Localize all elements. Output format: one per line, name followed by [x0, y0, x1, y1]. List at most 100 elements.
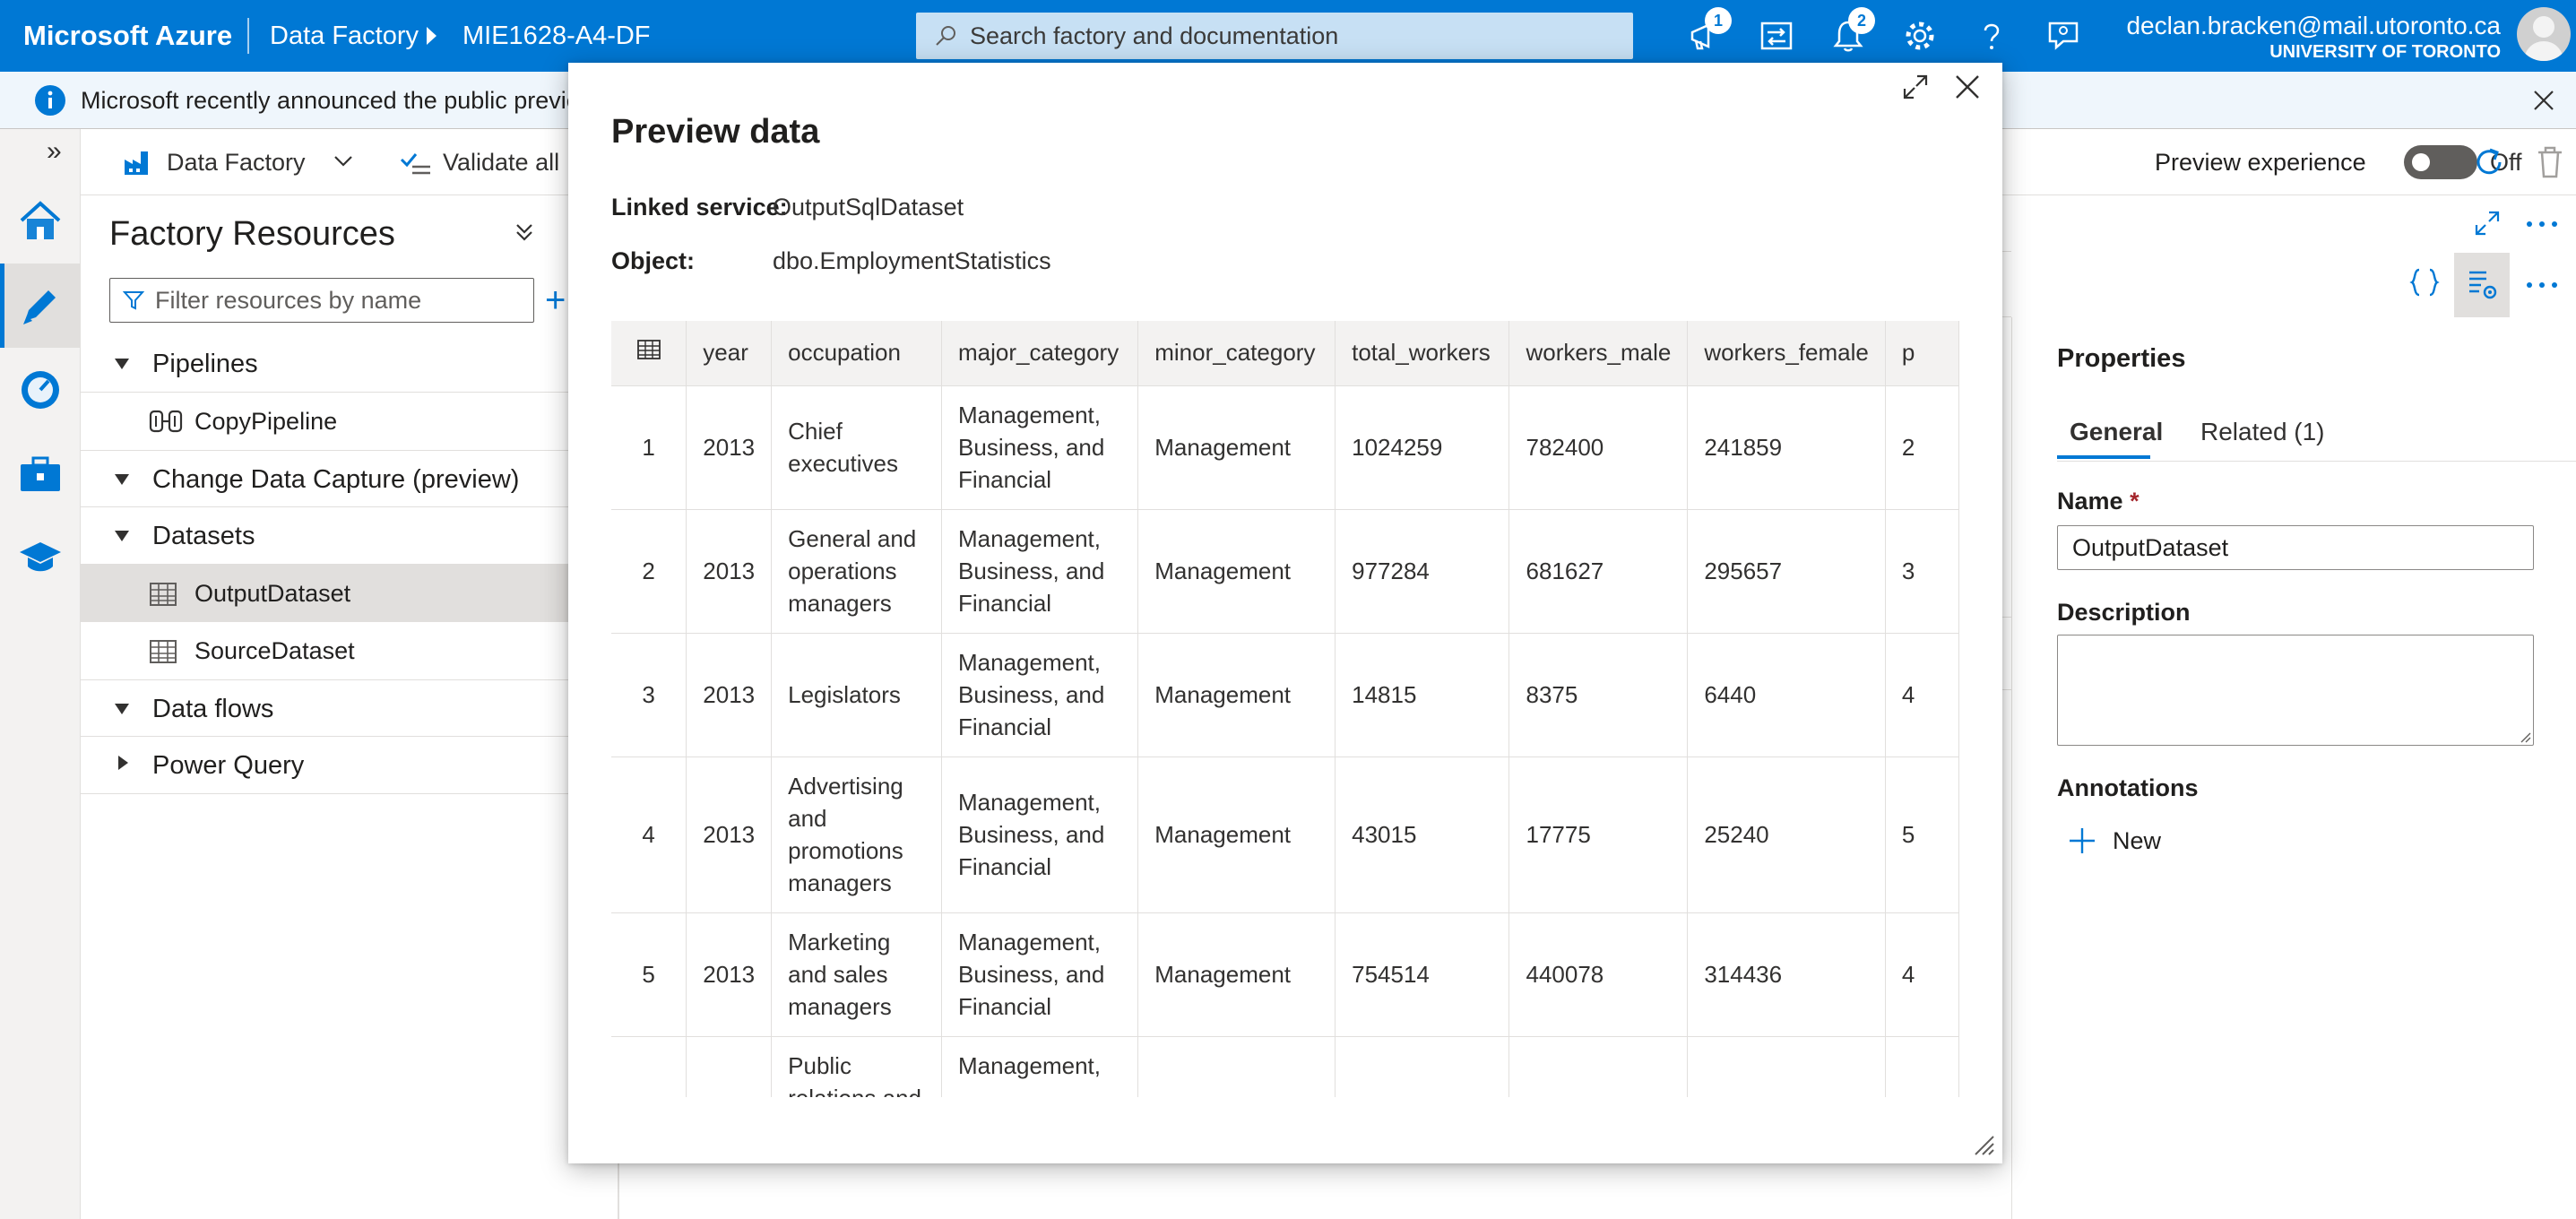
- preview-table: year occupation major_category minor_cat…: [611, 321, 1959, 1097]
- object-value: dbo.EmploymentStatistics: [773, 247, 1051, 274]
- cell-minor-category: [1137, 1036, 1336, 1097]
- annotations-label: Annotations: [2057, 774, 2199, 801]
- section-label: Datasets: [152, 522, 255, 550]
- help-icon[interactable]: [1974, 18, 2010, 54]
- cell-total-workers: [1335, 1036, 1510, 1097]
- tab-general[interactable]: General: [2070, 418, 2163, 446]
- dialog-resize-grip-icon[interactable]: [1968, 1129, 1995, 1156]
- nav-monitor[interactable]: [0, 348, 81, 432]
- toolbox-icon: [21, 456, 60, 491]
- description-textarea[interactable]: [2057, 635, 2534, 746]
- section-label: Pipelines: [152, 350, 258, 378]
- tree-item-sourcedataset[interactable]: SourceDataset: [81, 622, 618, 679]
- name-label-text: Name: [2057, 488, 2123, 514]
- tree-item-outputdataset[interactable]: OutputDataset: [81, 565, 618, 622]
- close-dialog-icon[interactable]: [1954, 73, 1981, 100]
- refresh-icon[interactable]: [2472, 145, 2506, 179]
- cell-workers-male: [1508, 1036, 1689, 1097]
- monitor-gauge-icon: [22, 371, 59, 409]
- editor-row-lines: [2002, 617, 2011, 690]
- table-grid-icon: [636, 340, 661, 360]
- column-header[interactable]: workers_female: [1687, 321, 1886, 386]
- preview-table-viewport[interactable]: year occupation major_category minor_cat…: [611, 321, 1959, 1097]
- nav-learning[interactable]: [0, 516, 81, 601]
- cell-occupation: Marketing and sales managers: [771, 912, 943, 1037]
- column-header[interactable]: total_workers: [1335, 321, 1510, 386]
- cell-p: [1885, 1036, 1959, 1097]
- settings-gear-icon[interactable]: [1902, 18, 1938, 54]
- user-avatar[interactable]: [2517, 7, 2571, 61]
- add-resource-icon[interactable]: +: [545, 278, 566, 323]
- tree-section-datasets[interactable]: Datasets: [81, 507, 618, 565]
- nav-home[interactable]: [0, 179, 81, 264]
- cell-occupation: Public relations and: [771, 1036, 943, 1097]
- global-search-box[interactable]: Search factory and documentation: [916, 13, 1633, 59]
- expand-dialog-icon[interactable]: [1902, 73, 1929, 100]
- tree-section-powerquery[interactable]: Power Query: [81, 737, 618, 794]
- filter-placeholder: Filter resources by name: [155, 287, 422, 314]
- name-input[interactable]: OutputDataset: [2057, 525, 2534, 570]
- textarea-resize-grip-icon[interactable]: [2517, 729, 2531, 743]
- data-factory-menu[interactable]: Data Factory: [122, 129, 306, 195]
- maximize-editor-icon[interactable]: [2474, 210, 2501, 237]
- cell-year: 2013: [686, 912, 773, 1037]
- avatar-head-shape: [2533, 16, 2554, 38]
- cell-total-workers: 1024259: [1335, 385, 1510, 510]
- feedback-icon[interactable]: [2045, 18, 2081, 54]
- column-header[interactable]: minor_category: [1137, 321, 1336, 386]
- tree-section-dataflows[interactable]: Data flows: [81, 679, 618, 737]
- column-header[interactable]: occupation: [771, 321, 943, 386]
- filter-funnel-icon: [123, 291, 144, 310]
- properties-settings-icon: [2469, 271, 2497, 299]
- properties-toggle-button[interactable]: [2454, 253, 2510, 317]
- banner-close-icon[interactable]: [2533, 90, 2554, 111]
- column-header[interactable]: workers_male: [1508, 321, 1689, 386]
- tab-related[interactable]: Related (1): [2200, 418, 2325, 446]
- chevron-down-icon[interactable]: [333, 154, 353, 169]
- search-icon: [936, 26, 955, 46]
- table-row: 3 2013 Legislators Management, Business,…: [611, 633, 1959, 757]
- column-header[interactable]: p: [1885, 321, 1959, 386]
- table-row: 5 2013 Marketing and sales managers Mana…: [611, 912, 1959, 1037]
- active-tab-indicator: [2057, 455, 2150, 459]
- factory-resources-title: Factory Resources: [109, 215, 395, 253]
- nav-author[interactable]: [0, 264, 81, 348]
- cell-total-workers: 43015: [1335, 756, 1510, 913]
- discard-trash-icon[interactable]: [2535, 145, 2565, 179]
- validate-all-button[interactable]: Validate all: [400, 129, 559, 195]
- dataset-label: SourceDataset: [194, 637, 355, 664]
- cell-year: [686, 1036, 773, 1097]
- expand-nav-icon[interactable]: »: [47, 136, 62, 167]
- cell-workers-male: 8375: [1508, 633, 1689, 757]
- tree-item-copypipeline[interactable]: CopyPipeline: [81, 393, 618, 450]
- breadcrumb-factory[interactable]: MIE1628-A4-DF: [462, 0, 651, 72]
- more-options-icon[interactable]: [2526, 281, 2558, 289]
- breadcrumb-service[interactable]: Data Factory: [270, 0, 419, 72]
- new-annotation-button[interactable]: New: [2068, 823, 2161, 859]
- section-label: Change Data Capture (preview): [152, 465, 520, 494]
- account-menu[interactable]: declan.bracken@mail.utoronto.ca UNIVERSI…: [2126, 11, 2501, 63]
- tree-section-cdc[interactable]: Change Data Capture (preview): [81, 450, 618, 507]
- caret-down-icon: [115, 704, 129, 714]
- filter-resources-input[interactable]: Filter resources by name: [109, 278, 534, 323]
- azure-brand-link[interactable]: Microsoft Azure: [23, 0, 232, 72]
- column-header[interactable]: major_category: [941, 321, 1139, 386]
- cell-year: 2013: [686, 633, 773, 757]
- linked-service-value: OutputSqlDataset: [773, 194, 964, 220]
- more-options-icon[interactable]: [2526, 220, 2558, 228]
- preview-experience-toggle[interactable]: [2404, 145, 2477, 179]
- code-braces-icon[interactable]: [2409, 267, 2440, 298]
- cell-occupation: General and operations managers: [771, 509, 943, 634]
- cell-occupation: Legislators: [771, 633, 943, 757]
- cell-workers-male: 440078: [1508, 912, 1689, 1037]
- collapse-all-icon[interactable]: [514, 222, 534, 242]
- nav-manage[interactable]: [0, 432, 81, 516]
- cell-total-workers: 977284: [1335, 509, 1510, 634]
- column-header[interactable]: year: [686, 321, 773, 386]
- switch-directory-icon[interactable]: [1759, 18, 1794, 54]
- dataset-table-icon: [150, 583, 177, 606]
- toggle-knob: [2412, 153, 2430, 171]
- tabs-divider: [2057, 461, 2576, 462]
- cell-occupation: Chief executives: [771, 385, 943, 510]
- tree-section-pipelines[interactable]: Pipelines: [81, 335, 618, 393]
